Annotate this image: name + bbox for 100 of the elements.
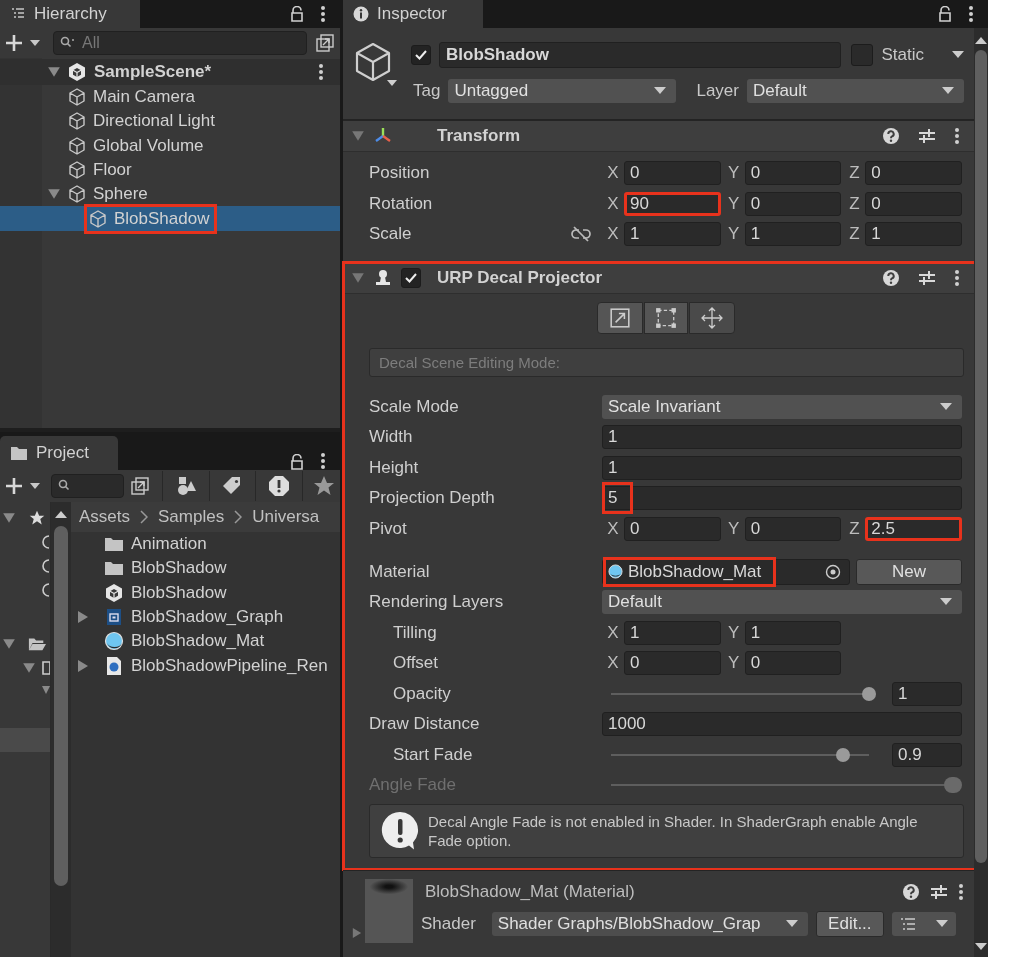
scrollbar[interactable] <box>51 502 71 957</box>
component-header[interactable]: URP Decal Projector <box>343 261 974 294</box>
object-field[interactable]: BlobShadow_Mat <box>602 558 850 585</box>
asset-item[interactable]: BlobShadow <box>71 556 340 581</box>
number-field[interactable]: 0 <box>865 161 962 186</box>
foldout-arrow-icon[interactable] <box>351 270 365 285</box>
number-field[interactable]: 2.5 <box>865 516 962 541</box>
edit-button[interactable]: Edit... <box>815 910 884 937</box>
number-field[interactable]: 1 <box>865 222 962 247</box>
expand-arrow-icon[interactable] <box>2 637 16 651</box>
hierarchy-item[interactable]: Sphere <box>0 182 340 207</box>
expand-arrow-icon[interactable] <box>77 658 89 673</box>
shader-dropdown[interactable]: Shader Graphs/BlobShadow_Grap <box>491 911 808 936</box>
breadcrumb-link[interactable]: Assets <box>79 507 131 527</box>
breadcrumb-link[interactable]: Universa <box>252 507 320 527</box>
more-menu-icon[interactable] <box>954 127 960 145</box>
enabled-checkbox[interactable] <box>401 267 421 288</box>
project-tab[interactable]: Project <box>0 436 118 470</box>
scrollbar[interactable] <box>974 28 988 957</box>
hierarchy-item[interactable]: BlobShadow <box>0 206 340 231</box>
scroll-up-icon[interactable] <box>55 510 67 518</box>
number-field[interactable]: 1 <box>624 222 721 247</box>
number-field[interactable]: 0 <box>865 191 962 216</box>
scroll-down-icon[interactable] <box>975 943 987 951</box>
cube-icon[interactable] <box>353 42 397 88</box>
asset-item[interactable]: BlobShadow_Graph <box>71 604 340 630</box>
number-field[interactable]: 0 <box>624 161 721 186</box>
asset-item[interactable]: BlobShadow_Mat <box>71 629 340 654</box>
search-field[interactable]: All <box>53 31 307 55</box>
number-field[interactable]: 1 <box>744 222 842 247</box>
more-menu-icon[interactable] <box>320 5 326 23</box>
number-field[interactable]: 0 <box>744 161 842 186</box>
expand-arrow-icon[interactable] <box>42 684 50 696</box>
expand-arrow-icon[interactable] <box>47 65 61 79</box>
caret-down-icon[interactable] <box>952 51 964 59</box>
active-checkbox[interactable] <box>411 45 431 65</box>
warning-icon[interactable] <box>268 475 291 497</box>
breadcrumb-link[interactable]: Samples <box>158 507 225 527</box>
dropdown[interactable]: Default <box>602 590 962 615</box>
new-button[interactable]: New <box>856 558 962 585</box>
slider-thumb[interactable] <box>836 747 851 762</box>
lock-icon[interactable] <box>938 6 952 22</box>
foldout-arrow-icon[interactable] <box>352 926 362 939</box>
presets-icon[interactable] <box>930 882 948 901</box>
tag-dropdown[interactable]: Untagged <box>448 79 677 103</box>
hierarchy-tab[interactable]: Hierarchy <box>0 0 140 28</box>
number-field[interactable]: 0 <box>744 516 842 541</box>
object-name-field[interactable]: BlobShadow <box>439 42 842 68</box>
more-menu-icon[interactable] <box>320 452 326 470</box>
presets-icon[interactable] <box>918 268 936 287</box>
target-icon[interactable] <box>825 563 841 580</box>
asset-item[interactable]: Animation <box>71 532 340 557</box>
number-field[interactable]: 1000 <box>602 712 962 737</box>
number-field[interactable]: 1 <box>624 620 721 645</box>
help-icon[interactable] <box>882 268 900 287</box>
number-field[interactable]: 1 <box>892 681 962 706</box>
slider-thumb[interactable] <box>862 686 876 701</box>
expand-arrow-icon[interactable] <box>77 610 89 625</box>
open-window-icon[interactable] <box>129 476 150 496</box>
asset-item[interactable]: BlobShadowPipeline_Ren <box>71 653 340 678</box>
help-icon[interactable] <box>882 127 900 145</box>
number-field[interactable]: 0 <box>624 651 721 676</box>
link-icon[interactable] <box>570 226 592 243</box>
asset-item[interactable]: BlobShadow <box>71 580 340 605</box>
star-icon[interactable] <box>313 475 335 497</box>
number-field[interactable]: 0 <box>744 191 842 216</box>
number-field[interactable]: 1 <box>602 425 962 450</box>
layer-dropdown[interactable]: Default <box>746 79 964 103</box>
lock-icon[interactable] <box>290 6 304 22</box>
scroll-up-icon[interactable] <box>975 36 987 44</box>
number-field[interactable]: 0.9 <box>892 742 962 767</box>
more-menu-icon[interactable] <box>318 63 324 81</box>
scrollbar-thumb[interactable] <box>54 526 68 886</box>
more-menu-icon[interactable] <box>958 882 964 901</box>
expand-arrow-icon[interactable] <box>22 661 36 675</box>
number-field[interactable]: 1 <box>744 620 842 645</box>
expand-arrow-icon[interactable] <box>2 511 16 525</box>
inspector-tab[interactable]: Inspector <box>343 0 483 28</box>
move-tool-button[interactable] <box>689 301 735 334</box>
number-field[interactable]: 0 <box>624 516 721 541</box>
dropdown[interactable]: Scale Invariant <box>602 394 962 419</box>
search-field[interactable] <box>51 474 124 498</box>
hierarchy-item[interactable]: Floor <box>0 157 340 183</box>
scrollbar-thumb[interactable] <box>975 50 987 863</box>
scale-tool-button[interactable] <box>597 301 643 334</box>
hierarchy-item[interactable]: Main Camera <box>0 85 340 110</box>
foldout-arrow-icon[interactable] <box>351 129 365 143</box>
presets-icon[interactable] <box>918 127 936 145</box>
bounds-tool-button[interactable] <box>644 301 688 334</box>
open-window-icon[interactable] <box>315 33 335 53</box>
more-menu-icon[interactable] <box>954 268 960 287</box>
help-icon[interactable] <box>902 882 920 901</box>
more-menu-icon[interactable] <box>968 5 974 23</box>
number-field[interactable]: 90 <box>624 191 721 216</box>
component-header[interactable]: Transform <box>343 120 974 152</box>
static-checkbox[interactable] <box>851 44 874 66</box>
lock-icon[interactable] <box>290 454 304 470</box>
number-field[interactable]: 1 <box>602 455 962 480</box>
hierarchy-item[interactable]: Directional Light <box>0 109 340 134</box>
hierarchy-item[interactable]: Global Volume <box>0 133 340 158</box>
